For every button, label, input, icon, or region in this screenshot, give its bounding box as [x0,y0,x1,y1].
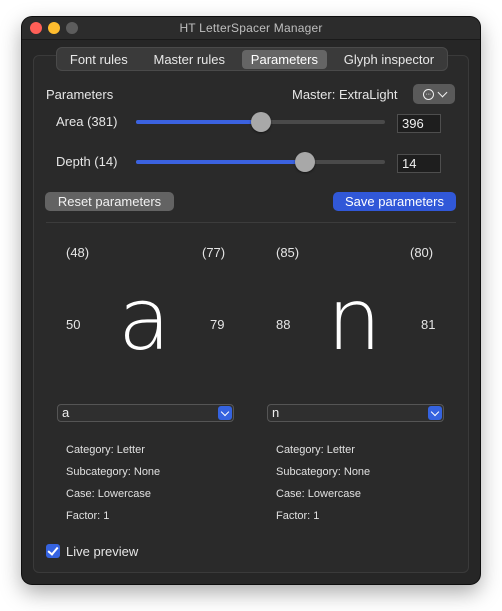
area-label: Area (381) [56,114,118,129]
right-top-left-value: (85) [276,245,300,260]
title-bar: HT LetterSpacer Manager [22,17,480,40]
chevron-down-icon [218,406,232,420]
area-slider[interactable] [136,112,385,132]
tab-master-rules[interactable]: Master rules [144,50,234,69]
left-category: Category: Letter [66,444,145,456]
depth-slider-fill [136,160,305,164]
area-slider-fill [136,120,261,124]
right-glyph-preview: n [327,270,382,370]
tab-bar: Font rules Master rules Parameters Glyph… [56,47,448,71]
left-glyph-preview: a [118,270,171,370]
chevron-down-icon [437,87,447,97]
left-factor: Factor: 1 [66,510,110,522]
right-left-margin: 88 [276,317,291,332]
chevron-down-icon [428,406,442,420]
right-glyph-select-value: n [272,405,280,420]
ellipsis-icon: ··· [422,88,434,100]
depth-label: Depth (14) [56,154,118,169]
right-top-right-value: (80) [410,245,434,260]
divider [46,222,456,223]
left-top-right-value: (77) [202,245,226,260]
tab-font-rules[interactable]: Font rules [61,50,137,69]
right-right-margin: 81 [421,317,436,332]
live-preview-label: Live preview [66,544,139,559]
left-case: Case: Lowercase [66,488,151,500]
left-left-margin: 50 [66,317,81,332]
tab-parameters[interactable]: Parameters [241,49,327,69]
right-glyph-select[interactable]: n [267,404,444,422]
left-right-margin: 79 [210,317,225,332]
depth-slider[interactable] [136,152,385,172]
area-value-field[interactable]: 396 [397,114,441,133]
left-glyph-select[interactable]: a [57,404,234,422]
right-category: Category: Letter [276,444,355,456]
right-subcategory: Subcategory: None [276,466,371,478]
tab-glyph-inspector[interactable]: Glyph inspector [335,50,443,69]
live-preview-checkbox[interactable] [46,544,60,558]
left-subcategory: Subcategory: None [66,466,161,478]
master-label: Master: ExtraLight [292,87,398,102]
depth-slider-knob[interactable] [295,152,315,172]
left-glyph-select-value: a [62,405,70,420]
save-parameters-button[interactable]: Save parameters [333,192,456,211]
parameters-heading: Parameters [46,87,114,102]
left-top-left-value: (48) [66,245,90,260]
checkmark-icon [47,544,59,556]
depth-value-field[interactable]: 14 [397,154,441,173]
right-factor: Factor: 1 [276,510,320,522]
right-case: Case: Lowercase [276,488,361,500]
window-title: HT LetterSpacer Manager [179,21,323,35]
app-window: HT LetterSpacer Manager Font rules Maste… [22,17,480,584]
reset-parameters-button[interactable]: Reset parameters [45,192,174,211]
master-menu-button[interactable]: ··· [413,84,455,104]
area-slider-knob[interactable] [251,112,271,132]
